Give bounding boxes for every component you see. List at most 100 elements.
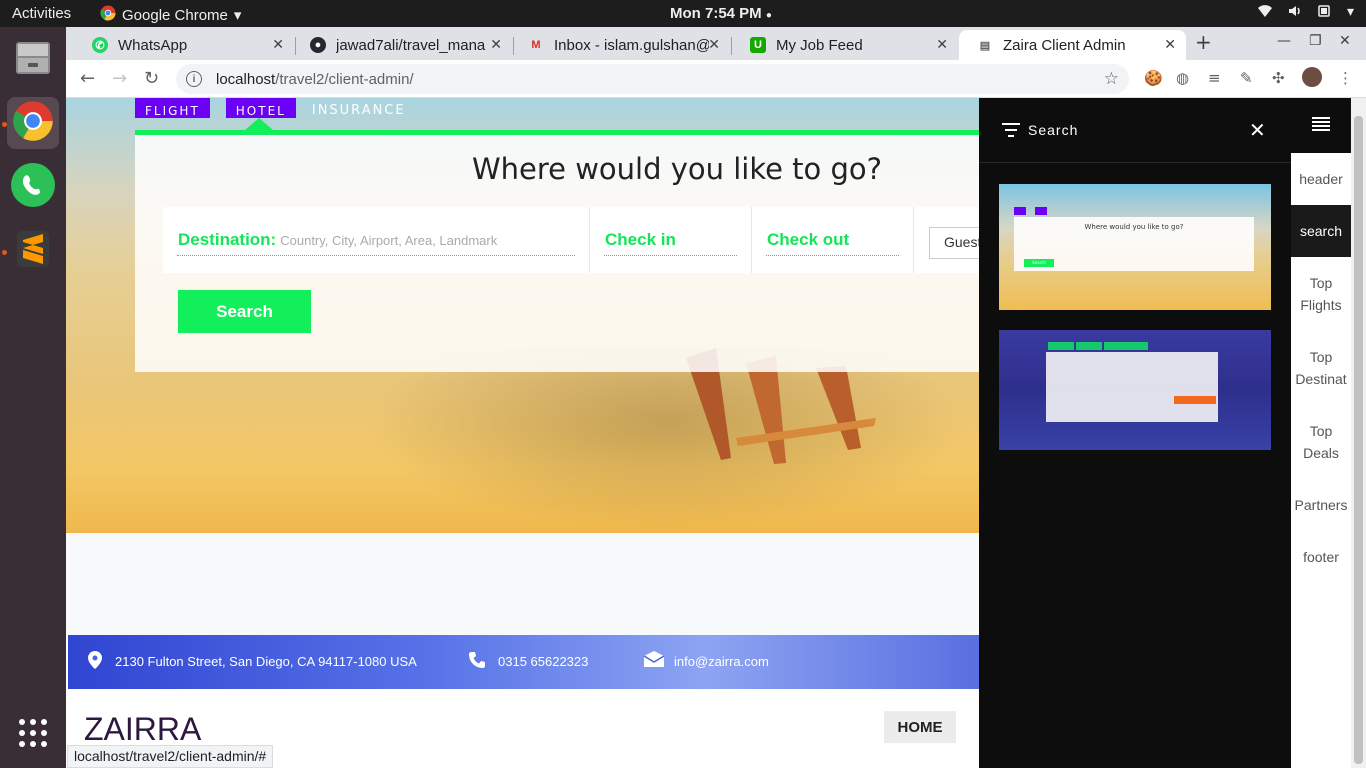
document-icon: ▤ (979, 39, 991, 52)
thumb-flight-form (1046, 342, 1218, 422)
whatsapp-icon: ✆ (92, 37, 108, 53)
tab-github[interactable]: ● jawad7ali/travel_mana ✕ (292, 30, 512, 60)
tab-zaira-client-admin[interactable]: ▤ Zaira Client Admin ✕ (959, 30, 1186, 60)
field-underline (604, 255, 737, 256)
tab-gmail[interactable]: M Inbox - islam.gulshan@ ✕ (510, 30, 730, 60)
url-host: localhost (216, 70, 276, 88)
active-nav-caret (245, 118, 273, 130)
filter-icon (1002, 122, 1020, 141)
tab-title: My Job Feed (776, 36, 863, 54)
thumb-button: Search (1024, 259, 1054, 267)
back-button[interactable]: ← (80, 68, 95, 89)
new-tab-button[interactable]: + (1195, 30, 1212, 54)
side-nav-partners[interactable]: Partners (1291, 494, 1351, 516)
blank-section (66, 533, 980, 635)
destination-label: Destination: (178, 230, 277, 249)
reload-button[interactable]: ↻ (144, 68, 159, 89)
booking-type-nav: FLIGHT HOTEL INSURANCE (135, 98, 406, 118)
checkin-field[interactable]: Check in (590, 207, 752, 273)
cookie-extension-icon[interactable]: 🍪 (1144, 69, 1163, 87)
hamburger-icon (1312, 116, 1330, 135)
restore-button[interactable]: ❐ (1309, 33, 1322, 49)
more-menu-icon[interactable]: ⋮ (1338, 69, 1353, 87)
close-icon[interactable]: ✕ (1164, 36, 1176, 53)
dock-whatsapp[interactable] (7, 161, 59, 213)
filter-extension-icon[interactable]: ≡ (1208, 69, 1221, 87)
close-window-button[interactable]: ✕ (1339, 33, 1351, 49)
search-button[interactable]: Search (178, 290, 311, 333)
nav-flight[interactable]: FLIGHT (135, 98, 210, 118)
site-logo[interactable]: ZAIRRA (84, 711, 201, 748)
section-thumbnail-search[interactable]: Where would you like to go? Search (999, 184, 1271, 310)
side-nav-search[interactable]: search (1291, 205, 1351, 257)
thumb-search-flight-button (1174, 396, 1216, 404)
show-apps-button[interactable] (7, 709, 59, 761)
panel-header: Search ✕ (979, 98, 1291, 163)
thumb-search-box: Where would you like to go? Search (1014, 217, 1254, 271)
dock-chrome[interactable] (7, 97, 59, 149)
home-nav-button[interactable]: HOME (884, 711, 956, 743)
destination-field[interactable]: Destination: Country, City, Airport, Area… (163, 207, 590, 273)
checkin-label: Check in (605, 230, 676, 249)
field-underline (177, 255, 575, 256)
tab-whatsapp[interactable]: ✆ WhatsApp ✕ (74, 30, 294, 60)
side-nav-top-flights[interactable]: Top Flights (1291, 272, 1351, 316)
menu-button[interactable] (1291, 98, 1351, 153)
side-nav-header[interactable]: header (1291, 168, 1351, 190)
location-pin-icon (88, 651, 102, 672)
dock-sublime[interactable] (7, 225, 59, 277)
phone-icon (468, 651, 486, 672)
side-nav-top-deals[interactable]: Top Deals (1291, 420, 1351, 464)
app-grid-icon (17, 717, 49, 753)
system-tray[interactable]: ▾ (1257, 4, 1354, 22)
globe-extension-icon[interactable]: ◍ (1176, 69, 1189, 87)
scrollbar-thumb[interactable] (1354, 116, 1363, 764)
thumb-tab (1048, 342, 1074, 350)
info-icon[interactable]: i (186, 71, 202, 87)
close-icon[interactable]: ✕ (1249, 118, 1266, 142)
checkout-field[interactable]: Check out (752, 207, 914, 273)
tab-title: Zaira Client Admin (1003, 36, 1126, 54)
app-menu[interactable]: Google Chrome ▾ (100, 5, 241, 25)
color-picker-extension-icon[interactable]: ✎ (1240, 69, 1253, 87)
profile-avatar[interactable] (1302, 67, 1322, 87)
close-icon[interactable]: ✕ (708, 36, 720, 53)
field-underline (766, 255, 899, 256)
app-menu-arrow-icon: ▾ (233, 7, 242, 24)
tab-strip: ✆ WhatsApp ✕ ● jawad7ali/travel_mana ✕ M… (66, 27, 1366, 60)
side-nav-top-destinations[interactable]: Top Destinat (1291, 346, 1351, 390)
browser-toolbar: ← → ↻ i localhost/travel2/client-admin/ … (66, 60, 1366, 98)
tab-title: jawad7ali/travel_mana (336, 36, 486, 54)
extensions-puzzle-icon[interactable]: ✣ (1272, 69, 1285, 87)
clock[interactable]: Mon 7:54 PM ● (670, 5, 772, 22)
dock-files[interactable] (7, 33, 59, 85)
plus-icon: + (1195, 30, 1212, 54)
thumb-title: Where would you like to go? (1084, 223, 1184, 231)
page-scrollbar[interactable] (1351, 98, 1366, 768)
upwork-icon: U (750, 37, 766, 53)
section-thumbnail-flights[interactable] (999, 330, 1271, 450)
page-viewport: FLIGHT HOTEL INSURANCE Where would you l… (66, 98, 1366, 768)
close-icon[interactable]: ✕ (936, 36, 948, 53)
activities-button[interactable]: Activities (12, 5, 71, 22)
minimize-button[interactable]: — (1277, 33, 1291, 49)
address-bar[interactable]: i localhost/travel2/client-admin/ ☆ (176, 64, 1129, 94)
email-text[interactable]: info@zairra.com (674, 654, 769, 669)
volume-icon (1287, 4, 1303, 22)
nav-insurance[interactable]: INSURANCE (312, 103, 406, 118)
contact-info-bar: 2130 Fulton Street, San Diego, CA 94117-… (68, 635, 980, 689)
close-icon[interactable]: ✕ (272, 36, 284, 53)
close-icon[interactable]: ✕ (490, 36, 502, 53)
status-bar-url: localhost/travel2/client-admin/# (67, 745, 274, 768)
search-box: Where would you like to go? Destination:… (135, 135, 999, 372)
sections-panel: Search ✕ Where would you like to go? Sea… (979, 98, 1291, 768)
forward-button[interactable]: → (112, 68, 127, 89)
panel-title: Search (1028, 122, 1079, 138)
nav-hotel[interactable]: HOTEL (225, 98, 296, 118)
tab-title: WhatsApp (118, 36, 188, 54)
phone-text: 0315 65622323 (498, 654, 589, 669)
mail-icon (643, 651, 665, 670)
side-nav-footer[interactable]: footer (1291, 546, 1351, 568)
tab-upwork[interactable]: U My Job Feed ✕ (732, 30, 958, 60)
bookmark-star-icon[interactable]: ☆ (1104, 69, 1119, 89)
